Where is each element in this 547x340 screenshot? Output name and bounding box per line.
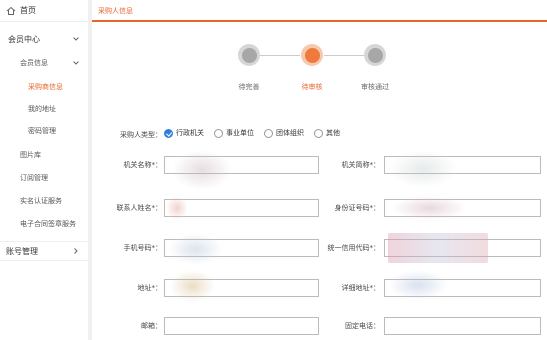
step-1-circle xyxy=(238,44,260,66)
contact-name-label: 联系人姓名*： xyxy=(116,204,163,212)
radio-label: 其他 xyxy=(326,129,340,137)
buyer-type-group: 行政机关 事业单位 团体组织 其他 xyxy=(164,128,350,138)
email-label: 邮箱： xyxy=(141,322,162,330)
detail-address-label: 详细地址*： xyxy=(341,284,381,292)
sidebar-item-label: 会员中心 xyxy=(8,34,40,44)
main-panel: 采购人信息 待完善 待审核 审核通过 采购人类型： 行政机关 事业单位 团体组织… xyxy=(92,0,547,340)
chevron-down-icon xyxy=(72,35,80,43)
step-2-circle xyxy=(301,44,323,66)
radio-label: 团体组织 xyxy=(276,129,304,137)
step-2-label: 待审核 xyxy=(301,83,323,91)
redacted-value xyxy=(166,196,188,220)
radio-dot xyxy=(164,128,173,138)
address-label: 地址*： xyxy=(137,284,163,292)
radio-other[interactable]: 其他 xyxy=(314,128,340,138)
radio-public-institution[interactable]: 事业单位 xyxy=(214,128,254,138)
sidebar-item-label: 采购商信息 xyxy=(28,83,63,91)
sidebar-item-buyer-info[interactable]: 采购商信息 xyxy=(0,80,88,94)
redacted-value xyxy=(170,270,215,302)
redacted-value xyxy=(388,270,448,300)
sidebar-item-home[interactable]: 首页 xyxy=(0,0,88,22)
redacted-value xyxy=(388,233,488,263)
sidebar-item-password[interactable]: 密码管理 xyxy=(0,124,88,138)
sidebar-item-label: 图片库 xyxy=(20,151,41,159)
sidebar-item-label: 电子合同签章服务 xyxy=(20,220,76,228)
org-short-label: 机关简称*： xyxy=(341,161,381,169)
sidebar-item-real-name-auth[interactable]: 实名认证服务 xyxy=(0,194,88,208)
chevron-down-icon xyxy=(72,59,80,67)
redacted-value xyxy=(392,196,467,220)
radio-label: 行政机关 xyxy=(176,129,204,137)
progress-steps: 待完善 待审核 审核通过 xyxy=(92,40,547,95)
step-1-label: 待完善 xyxy=(238,83,260,91)
step-3-circle xyxy=(364,44,386,66)
sidebar-item-my-address[interactable]: 我的地址 xyxy=(0,102,88,116)
radio-label: 事业单位 xyxy=(226,129,254,137)
radio-social-group[interactable]: 团体组织 xyxy=(264,128,304,138)
sidebar: 首页 会员中心 会员信息 采购商信息 我的地址 密码管理 图片库 订阅管理 实名… xyxy=(0,0,88,340)
buyer-type-label: 采购人类型： xyxy=(120,131,162,139)
step-connector xyxy=(324,55,364,56)
tab-bar: 采购人信息 xyxy=(92,0,547,22)
sidebar-item-label: 我的地址 xyxy=(28,105,56,113)
credit-code-label: 统一信用代码*： xyxy=(327,244,381,252)
radio-dot xyxy=(264,128,273,138)
phone-label: 手机号码*： xyxy=(123,244,163,252)
step-3-label: 审核通过 xyxy=(361,83,389,91)
sidebar-item-subscriptions[interactable]: 订阅管理 xyxy=(0,171,88,185)
radio-dot xyxy=(314,128,323,138)
sidebar-item-member-info[interactable]: 会员信息 xyxy=(0,52,88,74)
redacted-value xyxy=(172,150,232,190)
sidebar-item-label: 密码管理 xyxy=(28,127,56,135)
redacted-value xyxy=(388,150,458,188)
sidebar-item-image-library[interactable]: 图片库 xyxy=(0,148,88,162)
radio-dot xyxy=(214,128,223,138)
chevron-right-icon xyxy=(72,247,80,255)
email-input[interactable] xyxy=(164,317,319,335)
sidebar-item-label: 首页 xyxy=(20,6,36,15)
org-name-label: 机关名称*： xyxy=(123,161,163,169)
sidebar-item-label: 会员信息 xyxy=(20,59,48,67)
sidebar-item-e-contract[interactable]: 电子合同签章服务 xyxy=(0,217,88,231)
sidebar-item-label: 订阅管理 xyxy=(20,174,48,182)
tab-buyer-info[interactable]: 采购人信息 xyxy=(92,4,139,18)
fixed-phone-label: 固定电话： xyxy=(345,322,380,330)
sidebar-item-member-center[interactable]: 会员中心 xyxy=(0,28,88,50)
home-icon xyxy=(6,6,16,16)
id-number-label: 身份证号码*： xyxy=(334,204,381,212)
fixed-phone-input[interactable] xyxy=(384,317,541,335)
sidebar-item-label: 账号管理 xyxy=(6,246,38,256)
radio-admin-agency[interactable]: 行政机关 xyxy=(164,128,204,138)
redacted-value xyxy=(168,233,223,265)
step-connector xyxy=(260,55,300,56)
sidebar-item-account[interactable]: 账号管理 xyxy=(0,241,88,261)
sidebar-item-label: 实名认证服务 xyxy=(20,197,62,205)
